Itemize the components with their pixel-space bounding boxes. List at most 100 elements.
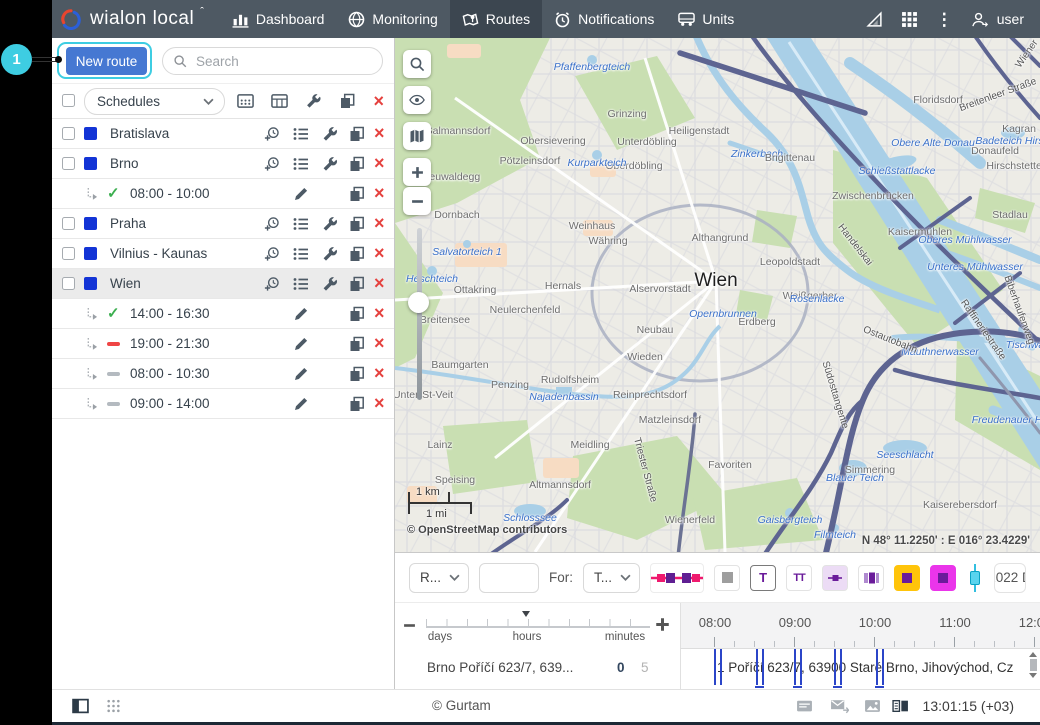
checkpoints-list-icon[interactable]: [293, 216, 309, 232]
route-checkbox[interactable]: [62, 157, 75, 170]
app-logo[interactable]: wialon local ˆ: [52, 8, 220, 30]
scale-plus-icon[interactable]: [655, 617, 670, 632]
zoom-slider-handle[interactable]: [408, 292, 429, 313]
timeline-route-summary[interactable]: Brno Poříčí 623/7, 639... 0 5: [395, 649, 680, 689]
map[interactable]: WienPfaffenbergteichSalmannsdorfObersiev…: [395, 38, 1040, 552]
copy-icon[interactable]: [349, 126, 365, 142]
image-icon[interactable]: [864, 698, 881, 714]
map-visibility-button[interactable]: [403, 86, 431, 114]
gray-marker-button[interactable]: [714, 565, 740, 591]
magenta-marker-button[interactable]: [930, 565, 956, 591]
add-schedule-icon[interactable]: [264, 216, 280, 232]
add-schedule-icon[interactable]: [264, 246, 280, 262]
checkpoints-list-icon[interactable]: [293, 246, 309, 262]
new-route-button[interactable]: New route: [66, 47, 147, 75]
yellow-marker-button[interactable]: [894, 565, 920, 591]
edit-pencil-icon[interactable]: [293, 366, 309, 382]
cyan-pin-button[interactable]: [966, 564, 984, 592]
group-selector[interactable]: Schedules: [84, 88, 225, 115]
timeline-visit-marker[interactable]: [794, 649, 802, 685]
timeline-visit-marker[interactable]: [834, 649, 842, 685]
checkpoints-list-icon[interactable]: [293, 276, 309, 292]
map-layers-button[interactable]: [403, 122, 431, 150]
wrench-icon[interactable]: [305, 93, 322, 109]
search-box[interactable]: [162, 47, 383, 75]
dot-marker-button[interactable]: [822, 565, 848, 591]
select-all-checkbox[interactable]: [62, 94, 75, 107]
panel-toggle-icon[interactable]: [72, 698, 89, 714]
user-menu[interactable]: user: [971, 11, 1024, 28]
route-row[interactable]: Praha ×: [52, 209, 394, 239]
bars-marker-button[interactable]: [858, 565, 884, 591]
add-schedule-icon[interactable]: [264, 126, 280, 142]
checkpoints-list-icon[interactable]: [293, 156, 309, 172]
map-search-button[interactable]: [403, 50, 431, 78]
kebab-menu-icon[interactable]: ⋮: [936, 11, 953, 28]
add-schedule-icon[interactable]: [264, 276, 280, 292]
copy-icon[interactable]: [349, 366, 365, 382]
scale-ruler[interactable]: [426, 619, 650, 628]
edit-pencil-icon[interactable]: [293, 186, 309, 202]
copy-icon[interactable]: [349, 396, 365, 412]
route-row[interactable]: Bratislava ×: [52, 119, 394, 149]
timeline-track[interactable]: 1 Poříčí 623/7, 63900 Staré Brno, Jihový…: [680, 649, 1040, 689]
delete-icon[interactable]: ×: [374, 243, 385, 264]
timeline-hours-header[interactable]: 08:0009:0010:0011:0012:00: [680, 603, 1040, 649]
text-single-button[interactable]: T: [750, 565, 776, 591]
schedule-row[interactable]: ✓ 14:00 - 16:30 ×: [52, 299, 394, 329]
copy-icon[interactable]: [349, 276, 365, 292]
message-icon[interactable]: [796, 698, 813, 714]
wrench-icon[interactable]: [322, 246, 338, 262]
checkpoints-list-icon[interactable]: [293, 126, 309, 142]
delete-icon[interactable]: ×: [374, 153, 385, 174]
schedule-row[interactable]: ✓ 08:00 - 10:00 ×: [52, 179, 394, 209]
add-schedule-icon[interactable]: [264, 156, 280, 172]
route-select[interactable]: R...: [409, 563, 469, 593]
text-double-button[interactable]: TT: [786, 565, 812, 591]
delete-icon[interactable]: ×: [374, 333, 385, 354]
apps-grid-icon[interactable]: [901, 11, 918, 28]
zoom-out-button[interactable]: [403, 187, 431, 215]
schedule-row[interactable]: 09:00 - 14:00 ×: [52, 389, 394, 419]
tab-monitoring[interactable]: Monitoring: [336, 0, 449, 38]
route-row-selected[interactable]: Wien ×: [52, 269, 394, 299]
calendar-dots-icon[interactable]: [237, 93, 254, 109]
copy-icon[interactable]: [349, 336, 365, 352]
edit-pencil-icon[interactable]: [293, 396, 309, 412]
markers-legend-button[interactable]: [650, 563, 704, 593]
scroll-up-icon[interactable]: [1029, 652, 1037, 657]
route-checkbox[interactable]: [62, 217, 75, 230]
search-input[interactable]: [194, 53, 372, 70]
route-row[interactable]: Brno ×: [52, 149, 394, 179]
copy-icon[interactable]: [349, 156, 365, 172]
route-row[interactable]: Vilnius - Kaunas ×: [52, 239, 394, 269]
timeline-visit-marker[interactable]: [876, 649, 884, 685]
wrench-icon[interactable]: [322, 276, 338, 292]
copy-icon[interactable]: [339, 93, 356, 109]
wrench-icon[interactable]: [322, 126, 338, 142]
mail-forward-icon[interactable]: [830, 698, 849, 714]
wrench-icon[interactable]: [322, 156, 338, 172]
delete-icon[interactable]: ×: [374, 393, 385, 414]
route-checkbox[interactable]: [62, 127, 75, 140]
delete-icon[interactable]: ×: [373, 93, 384, 109]
route-checkbox[interactable]: [62, 277, 75, 290]
schedule-row[interactable]: 08:00 - 10:30 ×: [52, 359, 394, 389]
copy-icon[interactable]: [349, 246, 365, 262]
grid-dots-icon[interactable]: [106, 698, 121, 714]
zoom-in-button[interactable]: [403, 158, 431, 186]
copy-icon[interactable]: [349, 306, 365, 322]
delete-icon[interactable]: ×: [374, 303, 385, 324]
scroll-thumb[interactable]: [1030, 659, 1037, 671]
timeline-scrollbar[interactable]: [1027, 651, 1039, 687]
delete-icon[interactable]: ×: [374, 273, 385, 294]
delete-icon[interactable]: ×: [374, 123, 385, 144]
edit-pencil-icon[interactable]: [293, 306, 309, 322]
timeline-filter-input[interactable]: [479, 563, 539, 593]
tab-notifications[interactable]: Notifications: [542, 0, 666, 38]
set-square-icon[interactable]: [866, 11, 883, 28]
zoom-slider-track[interactable]: [417, 228, 422, 400]
timeline-visit-marker[interactable]: [756, 649, 764, 685]
date-button[interactable]: 2022 D: [994, 563, 1026, 593]
delete-icon[interactable]: ×: [374, 183, 385, 204]
